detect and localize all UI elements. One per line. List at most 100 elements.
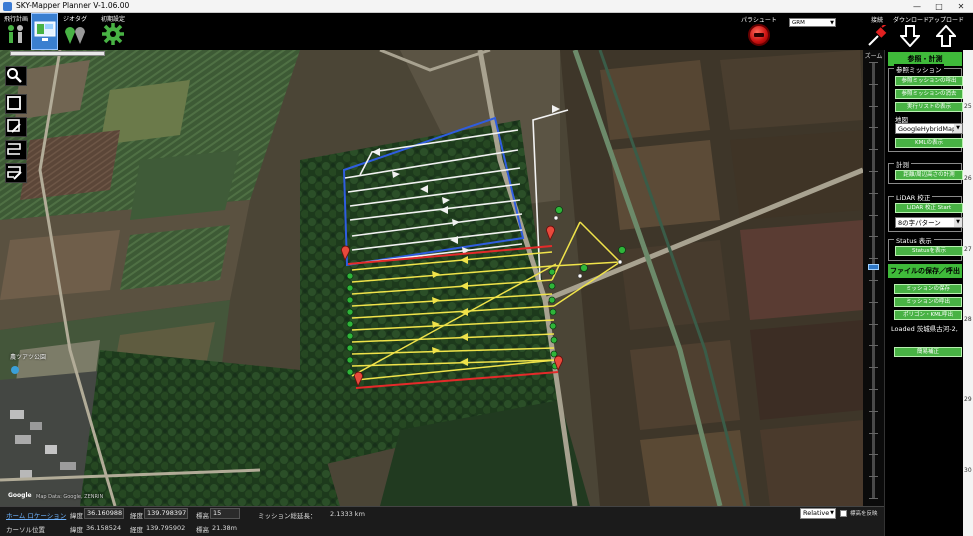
tab-geotag[interactable]: ジオタグ [60,13,90,50]
parachute-button[interactable] [748,24,770,46]
show-status-button[interactable]: Statusを表示 [895,246,963,256]
status-bar: ホーム ロケーション 緯度 36.160988 経度 139.798397 標高… [0,506,884,536]
panel-header-file: ファイルの保存／呼出 [888,264,962,278]
zoom-tick [869,433,878,434]
load-polygon-kml-button[interactable]: ポリゴン・KML呼出 [894,310,962,320]
lidar-calibration-group: LiDAR 校正 LiDAR 校正 Start 8の字パターン ▼ [888,192,963,232]
cursor-alt-value: 21.38m [212,524,237,532]
zoom-tick [869,149,878,150]
home-lat-label: 緯度 [70,512,83,520]
zoom-slider[interactable]: ズーム [863,50,884,506]
route-edit-tool[interactable] [5,163,27,183]
map-attribution: Map Data: Google, ZENRIN [36,494,104,500]
polygon-edit-tool[interactable] [5,117,27,137]
zoom-tick [869,106,878,107]
home-location-link[interactable]: ホーム ロケーション [6,510,66,520]
show-kml-button[interactable]: KMLの表示 [895,138,963,148]
reference-mission-group: 参照ミッション 参照ミッションの呼出 参照ミッションの消去 実行リストの表示 地… [888,64,963,152]
mission-length-label: ミッション総延長： [258,512,317,520]
cursor-alt-label: 標高 [196,526,209,534]
parachute-control: パラシュート [740,13,778,50]
zoom-tick [869,367,878,368]
zoom-tick [869,171,878,172]
right-edge-ruler: 25 26 27 28 29 30 [963,50,973,536]
people-pin-icon [8,25,23,43]
monitor-icon [34,21,55,41]
status-group-title: Status 表示 [894,235,934,245]
reflect-altitude-checkbox[interactable] [840,510,847,517]
cursor-lon-label: 経度 [130,526,143,534]
zoom-tick [869,280,878,281]
show-run-list-button[interactable]: 実行リストの表示 [895,102,963,112]
connect-label: 接続 [870,17,883,24]
zoom-tick [869,258,878,259]
satellite-map[interactable]: 農ツアツ公園 Google Map Data: Google, ZENRIN [0,50,863,506]
zoom-tick [869,389,878,390]
zoom-tick [869,476,878,477]
map-type-select[interactable]: GoogleHybridMap ▼ [895,123,963,134]
save-mission-button[interactable]: ミッションの保存 [894,284,962,294]
zoom-thumb[interactable] [868,264,879,270]
upload-label: アップロード [928,17,965,24]
zoom-label: ズーム [864,53,883,60]
reference-group-title: 参照ミッション [894,64,944,74]
mode-select[interactable]: GRM ▼ [789,18,836,27]
park-label: 農ツアツ公園 [10,354,47,361]
zoom-tick [869,84,878,85]
map-canvas [0,50,863,506]
edge-number: 27 [964,246,972,253]
maximize-button[interactable]: □ [928,0,950,13]
tab-settings[interactable]: 初期設定 [96,13,130,50]
tab-mission-monitor[interactable] [31,13,58,50]
app-icon [3,2,12,11]
edge-number: 28 [964,316,972,323]
clear-reference-mission-button[interactable]: 参照ミッションの消去 [895,89,963,99]
rectangle-icon [7,96,21,110]
parachute-label: パラシュート [741,17,777,24]
zoom-tick [869,498,878,499]
load-reference-mission-button[interactable]: 参照ミッションの呼出 [895,76,963,86]
edge-number: 26 [964,175,972,182]
route-pencil-icon [7,166,22,180]
edge-number: 25 [964,103,972,110]
chevron-down-icon: ▼ [954,124,962,133]
cursor-lon-value: 139.795902 [146,524,186,532]
lidar-calibration-start-button[interactable]: LiDAR 校正 Start [895,203,963,213]
altitude-mode-value: Relative [803,509,830,517]
download-label: ダウンロード [893,17,930,24]
home-alt-field[interactable]: 15 [210,508,240,519]
connect-button[interactable]: 接続 [862,13,892,50]
close-button[interactable]: ✕ [950,0,972,13]
loaded-file-text: Loaded 茨城県古河-2, [891,325,958,333]
minimize-button[interactable]: — [906,0,928,13]
simple-calibration-button[interactable]: 簡易補正 [894,347,962,357]
rectangle-area-tool[interactable] [5,94,27,114]
upload-arrow-icon [936,25,956,47]
edge-number: 30 [964,467,972,474]
chevron-down-icon: ▼ [830,20,834,26]
home-lon-field[interactable]: 139.798397 [144,508,188,519]
altitude-mode-select[interactable]: Relative ▼ [800,508,836,519]
right-panel: 参照・計測 参照ミッション 参照ミッションの呼出 参照ミッションの消去 実行リス… [884,50,963,536]
measure-distance-button[interactable]: 距離/周辺高さの計測 [895,170,963,180]
chevron-down-icon: ▼ [830,510,834,516]
mode-select-value: GRM [792,20,805,26]
status-display-group: Status 表示 Statusを表示 [888,235,963,261]
zoom-tick [869,236,878,237]
tab-flight-plan[interactable]: 飛行計画 [2,13,30,50]
lidar-pattern-select[interactable]: 8の字パターン ▼ [895,217,963,228]
download-button[interactable]: ダウンロード [893,13,930,50]
zoom-tick [869,215,878,216]
zoom-search-tool[interactable] [5,66,27,86]
load-mission-button[interactable]: ミッションの呼出 [894,297,962,307]
magnifier-icon [7,68,22,83]
home-lon-label: 経度 [130,512,143,520]
line-pattern-tool[interactable] [5,140,27,160]
measure-group-title: 計測 [894,159,911,169]
upload-button[interactable]: アップロード [928,13,964,50]
zoom-tick [869,62,878,63]
zoom-tick [869,454,878,455]
home-lat-field[interactable]: 36.160988 [84,508,124,519]
title-bar: SKY-Mapper Planner V-1.06.00 — □ ✕ [0,0,973,13]
map-progress-bar [10,51,105,56]
